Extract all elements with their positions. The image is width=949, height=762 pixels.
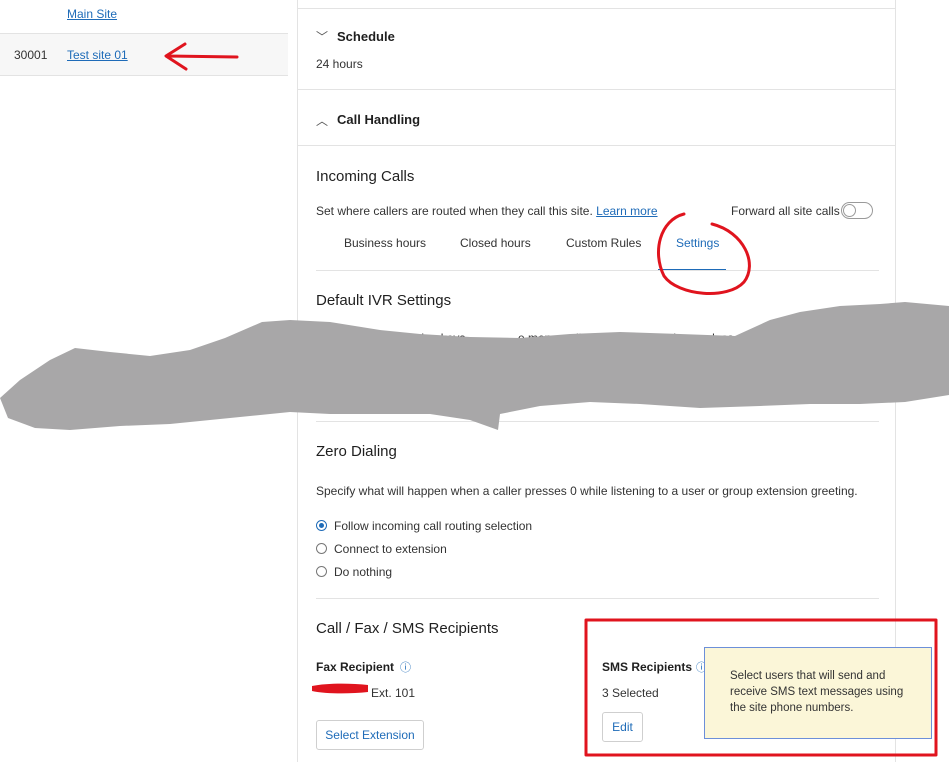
incoming-calls-description: Set where callers are routed when they c…	[316, 204, 658, 218]
forward-all-label: Forward all site calls	[731, 204, 840, 218]
tab-closed-hours[interactable]: Closed hours	[460, 236, 531, 250]
sms-label-text: SMS Recipients	[602, 660, 693, 674]
site-id: 30001	[14, 48, 48, 62]
radio-selected-icon[interactable]	[316, 520, 327, 531]
info-icon[interactable]: ⓘ	[400, 662, 411, 674]
zero-dialing-heading: Zero Dialing	[316, 443, 397, 460]
radio-follow-routing[interactable]: Follow incoming call routing selection	[316, 519, 532, 533]
site-row[interactable]: Main Site	[0, 0, 288, 34]
site-list: Main Site 30001 Test site 01	[0, 0, 288, 762]
schedule-section[interactable]: ﹀ Schedule 24 hours	[298, 8, 895, 90]
sms-recipients-label: SMS Recipients ⓘ	[602, 659, 707, 675]
tabs-divider	[316, 270, 879, 271]
fax-label-text: Fax Recipient	[316, 660, 395, 674]
sms-recipients-value: 3 Selected	[602, 686, 659, 700]
tab-business-hours[interactable]: Business hours	[344, 236, 426, 250]
radio-unselected-icon[interactable]	[316, 543, 327, 554]
radio-label: Follow incoming call routing selection	[334, 519, 533, 533]
sms-recipients-tooltip: Select users that will send and receive …	[704, 647, 932, 739]
forward-all-toggle[interactable]	[841, 202, 873, 219]
call-handling-section[interactable]: ︿ Call Handling	[298, 90, 895, 146]
schedule-value: 24 hours	[316, 57, 363, 71]
learn-more-link[interactable]: Learn more	[596, 204, 657, 218]
toggle-knob	[843, 204, 856, 217]
radio-do-nothing[interactable]: Do nothing	[316, 565, 392, 579]
site-link[interactable]: Main Site	[67, 7, 117, 21]
radio-label: Connect to extension	[334, 542, 447, 556]
ivr-settings-heading: Default IVR Settings	[316, 292, 452, 309]
radio-unselected-icon[interactable]	[316, 566, 327, 577]
ivr-partial-text: e menus will follow these settings unles…	[518, 331, 766, 345]
section-divider	[316, 421, 879, 422]
ivr-partial-text: ination keys.	[402, 331, 469, 345]
chevron-up-icon[interactable]: ︿	[316, 112, 328, 129]
select-extension-button[interactable]: Select Extension	[316, 720, 424, 750]
site-link[interactable]: Test site 01	[67, 48, 128, 62]
incoming-desc-text: Set where callers are routed when they c…	[316, 204, 593, 218]
site-row[interactable]: 30001 Test site 01	[0, 34, 288, 76]
chevron-down-icon[interactable]: ﹀	[316, 28, 328, 45]
zero-dialing-description: Specify what will happen when a caller p…	[316, 484, 858, 498]
edit-sms-recipients-button[interactable]: Edit	[602, 712, 643, 742]
recipients-heading: Call / Fax / SMS Recipients	[316, 620, 499, 637]
schedule-title: Schedule	[337, 29, 395, 44]
call-handling-title: Call Handling	[337, 112, 421, 127]
fax-recipient-value: Ext. 101	[371, 686, 416, 700]
tab-settings[interactable]: Settings	[676, 236, 719, 250]
fax-recipient-label: Fax Recipient ⓘ	[316, 659, 411, 675]
tab-custom-rules[interactable]: Custom Rules	[566, 236, 641, 250]
radio-label: Do nothing	[334, 565, 393, 579]
section-divider	[316, 598, 879, 599]
incoming-calls-heading: Incoming Calls	[316, 168, 415, 185]
radio-connect-extension[interactable]: Connect to extension	[316, 542, 447, 556]
